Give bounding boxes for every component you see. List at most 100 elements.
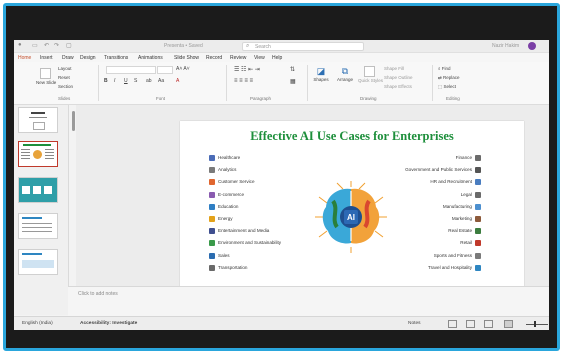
use-case-label: Environment and Sustainability — [218, 240, 282, 246]
slide-thumbnail-selected[interactable] — [18, 141, 58, 167]
document-title: Presenta • Saved — [164, 43, 203, 49]
ai-brain-graphic: AI — [315, 181, 387, 253]
hr-icon — [475, 179, 481, 186]
slide-thumbnail[interactable] — [18, 249, 58, 275]
scrollbar-thumb[interactable] — [72, 111, 75, 131]
reading-view-button[interactable] — [484, 320, 493, 328]
use-case-item: E-commerce — [206, 191, 245, 198]
arrange-label: Arrange — [336, 77, 353, 82]
use-case-label: Sales — [218, 252, 230, 258]
autosave-toggle[interactable]: ● — [18, 42, 22, 48]
char-spacing-icon[interactable]: ab — [146, 78, 152, 84]
quick-styles-button[interactable]: Quick Styles — [358, 66, 383, 83]
slide-thumbnail[interactable] — [18, 107, 58, 133]
slide-sorter-button[interactable] — [466, 320, 475, 328]
save-icon[interactable]: ▭ — [32, 42, 38, 49]
select-button[interactable]: ⬚ Select — [438, 84, 456, 90]
tab-view[interactable]: View — [254, 55, 265, 61]
use-case-item: Legal — [460, 191, 484, 198]
use-case-item: Sports and Fitness — [433, 252, 484, 259]
font-color-icon[interactable]: A — [176, 78, 179, 84]
normal-view-button[interactable] — [448, 320, 457, 328]
undo-icon[interactable]: ↶ — [44, 42, 49, 49]
underline-button[interactable]: U — [124, 78, 128, 84]
slide-thumbnail-pane — [14, 105, 69, 315]
tab-design[interactable]: Design — [80, 55, 96, 61]
shape-outline-button[interactable]: Shape Outline — [384, 75, 413, 80]
bold-button[interactable]: B — [104, 78, 108, 84]
grow-font-icon[interactable]: A˄ A˅ — [176, 66, 190, 72]
legal-icon — [475, 191, 481, 198]
use-case-label: Education — [218, 204, 239, 210]
slide-thumbnail[interactable] — [18, 213, 58, 239]
new-slide-button[interactable]: New Slide — [36, 68, 56, 85]
font-name-dropdown[interactable] — [106, 66, 156, 74]
align-icons[interactable]: ≡ ≡ ≡ ≡ — [234, 78, 253, 84]
shape-effects-button[interactable]: Shape Effects — [384, 84, 412, 89]
quick-styles-icon — [363, 66, 375, 77]
divider — [432, 65, 433, 101]
convert-smartart-icon[interactable]: ▦ — [290, 78, 296, 85]
notes-pane[interactable]: Click to add notes — [68, 286, 549, 316]
layout-button[interactable]: Layout — [58, 66, 72, 71]
sports-icon — [475, 252, 481, 259]
analytics-icon — [209, 167, 215, 174]
select-label: Select — [443, 84, 457, 89]
italic-button[interactable]: I — [114, 78, 115, 84]
use-case-item: Real Estate — [448, 228, 484, 235]
use-case-label: Legal — [460, 191, 472, 197]
government-icon — [475, 167, 481, 174]
tab-review[interactable]: Review — [230, 55, 246, 61]
notes-toggle-button[interactable]: Notes — [408, 321, 421, 326]
real-estate-icon — [475, 228, 481, 235]
divider — [98, 65, 99, 101]
tab-insert[interactable]: Insert — [40, 55, 53, 61]
use-case-label: Sports and Fitness — [433, 252, 472, 258]
reset-button[interactable]: Reset — [58, 75, 70, 80]
new-slide-icon — [39, 68, 51, 79]
arrange-button[interactable]: ⧉ Arrange — [334, 66, 356, 82]
tab-animations[interactable]: Animations — [138, 55, 163, 61]
editing-group-label: Editing — [446, 96, 460, 101]
tab-transitions[interactable]: Transitions — [104, 55, 128, 61]
replace-button[interactable]: ⇄ Replace — [438, 75, 460, 81]
shapes-icon: ◪ — [316, 66, 326, 76]
present-icon[interactable]: ▢ — [66, 42, 72, 49]
tab-home[interactable]: Home — [18, 55, 32, 63]
zoom-slider-knob[interactable] — [534, 321, 536, 327]
bullets-icon[interactable]: ☰ ☷ ⇤ ⇥ — [234, 66, 260, 73]
font-size-dropdown[interactable] — [157, 66, 173, 74]
text-direction-icon[interactable]: ⇅ — [290, 66, 295, 73]
healthcare-icon — [209, 155, 215, 161]
shape-fill-button[interactable]: Shape Fill — [384, 66, 404, 71]
search-box[interactable]: ⌕ Search — [242, 42, 364, 51]
language-indicator[interactable]: English (India) — [22, 321, 53, 326]
use-case-item: Marketing — [452, 216, 484, 222]
redo-icon[interactable]: ↷ — [54, 42, 59, 49]
slideshow-view-button[interactable] — [504, 320, 513, 328]
use-case-item: Environment and Sustainability — [206, 240, 282, 247]
tab-record[interactable]: Record — [206, 55, 222, 61]
section-button[interactable]: Section — [58, 84, 73, 89]
shapes-button[interactable]: ◪ Shapes — [310, 66, 332, 82]
slide-thumbnail[interactable] — [18, 177, 58, 203]
finance-icon — [475, 155, 481, 161]
use-case-label: Real Estate — [448, 228, 472, 234]
search-icon: ⌕ — [246, 43, 250, 49]
use-case-label: E-commerce — [218, 191, 245, 197]
strikethrough-button[interactable]: S — [134, 78, 137, 84]
use-case-item: Energy — [206, 216, 233, 222]
search-placeholder: Search — [255, 44, 271, 50]
tab-draw[interactable]: Draw — [62, 55, 74, 61]
manufacturing-icon — [475, 203, 481, 210]
change-case-icon[interactable]: Aa — [158, 78, 164, 84]
tab-slide-show[interactable]: Slide Show — [174, 55, 199, 61]
zoom-slider[interactable] — [526, 324, 548, 325]
replace-label: Replace — [443, 75, 460, 80]
use-case-item: Retail — [460, 240, 484, 247]
find-button[interactable]: ⌕ Find — [438, 66, 451, 71]
tab-help[interactable]: Help — [272, 55, 282, 61]
slide-title[interactable]: Effective AI Use Cases for Enterprises — [180, 129, 524, 144]
accessibility-indicator[interactable]: Accessibility: Investigate — [80, 321, 137, 326]
avatar[interactable] — [528, 42, 536, 50]
